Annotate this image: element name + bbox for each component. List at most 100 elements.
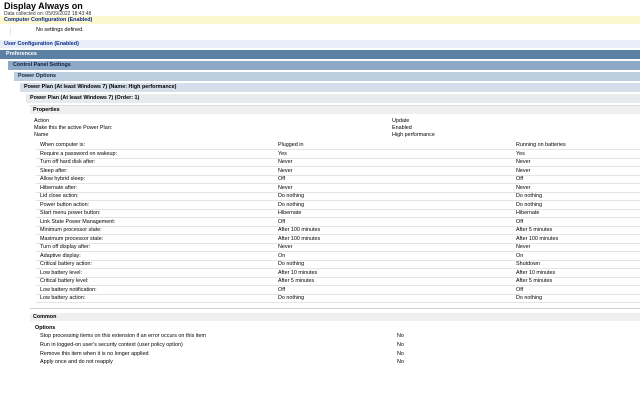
table-cell: Start menu power button: xyxy=(40,210,101,216)
table-cell: Do nothing xyxy=(516,295,543,301)
table-cell: Require a password on wakeup: xyxy=(40,150,118,157)
table-cell: Never xyxy=(278,184,293,191)
table-cell: Off xyxy=(278,176,286,182)
properties-label: Properties xyxy=(33,107,60,113)
properties-header[interactable]: Properties xyxy=(30,105,640,114)
power-plan-name-header[interactable]: Power Plan (At least Windows 7) (Name: H… xyxy=(20,83,640,92)
table-cell: Do nothing xyxy=(516,201,543,208)
computer-configuration-label: Computer Configuration (Enabled) xyxy=(4,17,93,23)
table-cell: Never xyxy=(516,184,531,191)
property-label: Name xyxy=(34,132,49,138)
user-configuration-label: User Configuration (Enabled) xyxy=(4,41,79,47)
power-plan-order-header[interactable]: Power Plan (At least Windows 7) (Order: … xyxy=(26,94,640,103)
table-cell: Shutdown xyxy=(516,261,540,267)
table-cell: Do nothing xyxy=(278,261,305,267)
table-cell: Yes xyxy=(278,150,287,157)
user-configuration-header[interactable]: User Configuration (Enabled) xyxy=(0,40,640,48)
table-cell: After 5 minutes xyxy=(278,278,315,284)
table-cell: Never xyxy=(516,159,531,165)
table-cell: Allow hybrid sleep: xyxy=(40,176,85,182)
table-cell: Turn off hard disk after: xyxy=(40,159,96,165)
table-cell: After 10 minutes xyxy=(516,269,556,276)
table-cell: After 100 minutes xyxy=(278,235,321,242)
no-settings-message: No settings defined. xyxy=(10,27,640,35)
table-cell: Off xyxy=(516,286,524,293)
table-cell: Do nothing xyxy=(278,295,305,301)
table-header-cell: Plugged in xyxy=(278,142,304,148)
table-cell: On xyxy=(278,252,286,259)
table-cell: Never xyxy=(278,159,293,165)
table-header-cell: When computer is: xyxy=(40,142,85,148)
table-cell: Low battery action: xyxy=(40,295,86,301)
table-cell: Do nothing xyxy=(278,201,305,208)
table-cell: Maximum processor state: xyxy=(40,235,104,242)
property-value: Update xyxy=(392,118,410,124)
power-options-header[interactable]: Power Options xyxy=(14,72,640,81)
common-header[interactable]: Common xyxy=(30,313,640,321)
common-label: Common xyxy=(33,314,57,320)
table-cell: Hibernate xyxy=(278,210,302,216)
option-label: Stop processing items on this extension … xyxy=(40,333,206,339)
option-label: Remove this item when it is no longer ap… xyxy=(40,351,149,357)
option-value: No xyxy=(397,351,404,357)
table-cell: Adaptive display: xyxy=(40,252,81,259)
option-value: No xyxy=(397,342,404,348)
table-header-cell: Running on batteries xyxy=(516,142,566,148)
table-cell: Sleep after: xyxy=(40,167,68,174)
table-cell: Hibernate after: xyxy=(40,184,78,191)
preferences-label: Preferences xyxy=(6,51,37,57)
table-cell: Hibernate xyxy=(516,210,540,216)
table-row: Low battery action: Do nothing Do nothing xyxy=(36,294,640,303)
option-row: Apply once and do not reapply No xyxy=(40,359,640,367)
table-cell: Link State Power Management: xyxy=(40,218,116,225)
option-row: Stop processing items on this extension … xyxy=(40,333,640,341)
table-cell: After 5 minutes xyxy=(516,278,553,284)
preferences-header[interactable]: Preferences xyxy=(0,50,640,59)
table-cell: Power button action: xyxy=(40,201,90,208)
table-cell: Never xyxy=(516,167,531,174)
table-cell: Off xyxy=(278,286,286,293)
table-cell: Lid close action: xyxy=(40,193,79,199)
table-cell: Yes xyxy=(516,150,525,157)
table-cell: Off xyxy=(516,218,524,225)
property-label: Action xyxy=(34,118,49,124)
table-cell: Do nothing xyxy=(278,193,305,199)
table-cell: Critical battery action: xyxy=(40,261,92,267)
divider xyxy=(30,308,640,309)
property-row: Action Update xyxy=(34,118,640,125)
table-cell: Critical battery level: xyxy=(40,278,89,284)
property-row: Make this the active Power Plan: Enabled xyxy=(34,125,640,132)
table-cell: After 100 minutes xyxy=(516,235,559,242)
power-options-label: Power Options xyxy=(18,73,57,79)
option-value: No xyxy=(397,359,404,365)
page-title: Display Always on xyxy=(4,1,83,11)
options-header: Options xyxy=(30,324,640,332)
property-row: Name High performance xyxy=(34,132,640,139)
table-cell: On xyxy=(516,252,524,259)
table-cell: Low battery notification: xyxy=(40,286,97,293)
table-cell: After 5 minutes xyxy=(516,227,553,233)
table-cell: Minimum processor state: xyxy=(40,227,102,233)
table-cell: Turn off display after: xyxy=(40,244,91,250)
property-value: High performance xyxy=(392,132,435,138)
table-cell: After 100 minutes xyxy=(278,227,321,233)
table-cell: After 10 minutes xyxy=(278,269,318,276)
table-cell: Low battery level: xyxy=(40,269,82,276)
property-label: Make this the active Power Plan: xyxy=(34,125,113,131)
property-value: Enabled xyxy=(392,125,412,131)
options-label: Options xyxy=(35,325,56,331)
table-cell: Never xyxy=(278,167,293,174)
table-cell: Never xyxy=(516,244,531,250)
table-cell: Never xyxy=(278,244,293,250)
option-row: Run in logged-on user's security context… xyxy=(40,342,640,350)
option-label: Run in logged-on user's security context… xyxy=(40,342,183,348)
option-value: No xyxy=(397,333,404,339)
power-plan-name-label: Power Plan (At least Windows 7) (Name: H… xyxy=(24,84,177,90)
table-cell: Do nothing xyxy=(516,193,543,199)
control-panel-settings-header[interactable]: Control Panel Settings xyxy=(8,61,640,70)
option-label: Apply once and do not reapply xyxy=(40,359,113,365)
power-plan-order-label: Power Plan (At least Windows 7) (Order: … xyxy=(30,95,140,101)
option-row: Remove this item when it is no longer ap… xyxy=(40,351,640,359)
computer-configuration-header[interactable]: Computer Configuration (Enabled) xyxy=(0,16,640,24)
control-panel-settings-label: Control Panel Settings xyxy=(13,62,71,68)
